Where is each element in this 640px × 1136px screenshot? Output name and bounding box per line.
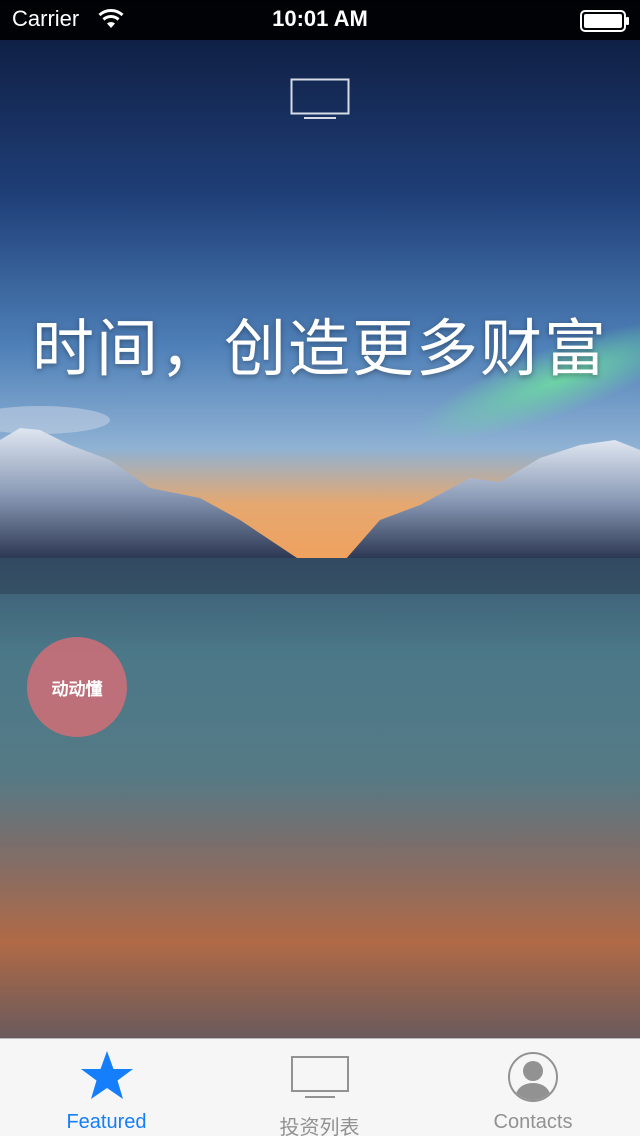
tab-investment-list[interactable]: 投资列表 xyxy=(213,1039,426,1136)
status-time: 10:01 AM xyxy=(272,6,368,31)
battery-icon xyxy=(580,10,629,32)
app-screen: Carrier 10:01 AM 时间，创造更多财富 动动懂 Featured xyxy=(0,0,640,1136)
tab-featured[interactable]: Featured xyxy=(0,1039,213,1136)
star-icon xyxy=(80,1051,133,1099)
tab-contacts[interactable]: Contacts xyxy=(426,1039,640,1136)
hero-slogan: 时间，创造更多财富 xyxy=(31,312,608,385)
dongdongdong-button[interactable]: 动动懂 xyxy=(27,637,127,737)
dongdongdong-button-label: 动动懂 xyxy=(51,679,103,700)
person-icon xyxy=(508,1052,558,1102)
status-bar: Carrier 10:01 AM xyxy=(0,0,640,40)
tv-icon xyxy=(290,78,350,119)
tab-contacts-label: Contacts xyxy=(493,1111,573,1133)
tab-investment-list-label: 投资列表 xyxy=(279,1117,360,1136)
tv-icon xyxy=(290,1056,349,1098)
background-landscape-image xyxy=(0,0,640,1038)
tab-featured-label: Featured xyxy=(66,1111,147,1133)
tab-bar: Featured 投资列表 Contacts xyxy=(0,1038,640,1136)
